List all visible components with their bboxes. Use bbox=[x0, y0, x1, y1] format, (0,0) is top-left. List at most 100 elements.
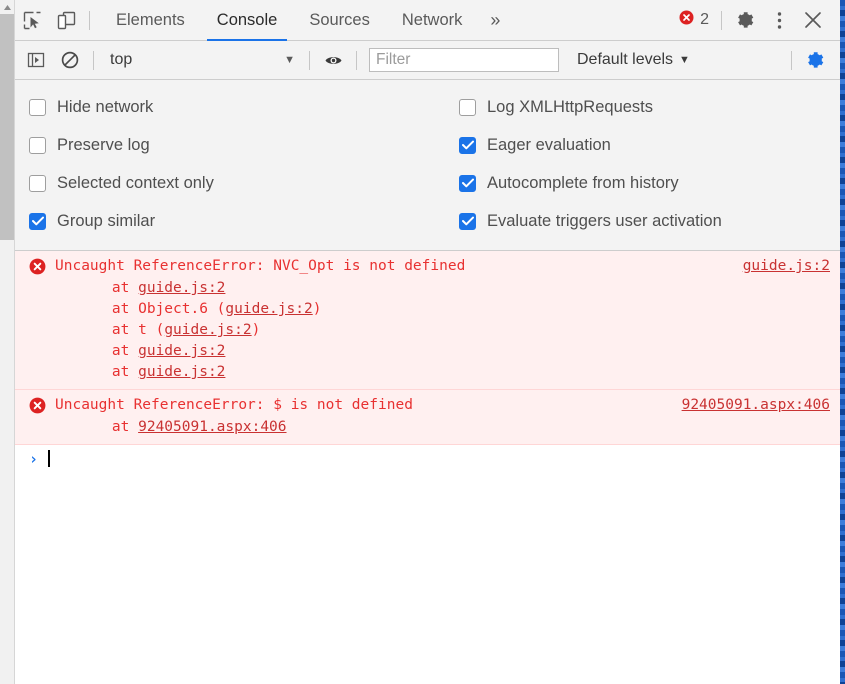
toolbar-divider bbox=[721, 10, 722, 30]
setting-log-xmlhttprequests[interactable]: Log XMLHttpRequests bbox=[459, 88, 840, 126]
stack-prefix: at bbox=[77, 419, 139, 435]
settings-column-left: Hide network Preserve log Selected conte… bbox=[15, 88, 459, 240]
devtools-window: Elements Console Sources Network » 2 top… bbox=[0, 0, 845, 684]
setting-label: Group similar bbox=[57, 211, 156, 230]
console-message-header: Uncaught ReferenceError: $ is not define… bbox=[15, 395, 840, 416]
console-settings-pane: Hide network Preserve log Selected conte… bbox=[15, 80, 840, 251]
stack-prefix: at bbox=[77, 280, 139, 296]
scroll-up-arrow-icon[interactable] bbox=[0, 0, 14, 14]
setting-label: Preserve log bbox=[57, 135, 150, 154]
setting-preserve-log[interactable]: Preserve log bbox=[29, 126, 459, 164]
tabbar-actions: 2 bbox=[673, 3, 840, 37]
console-message-header: Uncaught ReferenceError: NVC_Opt is not … bbox=[15, 256, 840, 277]
kebab-menu-icon[interactable] bbox=[762, 3, 796, 37]
stack-link[interactable]: guide.js:2 bbox=[138, 343, 225, 359]
stack-link[interactable]: guide.js:2 bbox=[225, 301, 312, 317]
error-circle-icon bbox=[679, 10, 694, 30]
error-count: 2 bbox=[700, 11, 709, 28]
tab-network[interactable]: Network bbox=[386, 0, 479, 41]
tab-elements[interactable]: Elements bbox=[100, 0, 201, 41]
console-prompt[interactable]: › bbox=[15, 445, 840, 472]
stack-frame: at 92405091.aspx:406 bbox=[77, 417, 840, 438]
console-stack-trace: at 92405091.aspx:406 bbox=[15, 416, 840, 438]
gear-icon[interactable] bbox=[728, 3, 762, 37]
filterbar-actions bbox=[785, 43, 840, 77]
execution-context-value: top bbox=[110, 51, 133, 68]
tab-label: Network bbox=[401, 10, 463, 29]
console-sidebar-icon[interactable] bbox=[19, 40, 53, 80]
stack-suffix: ) bbox=[251, 322, 261, 338]
stack-frame: at guide.js:2 bbox=[77, 341, 840, 362]
log-levels-label: Default levels bbox=[577, 51, 674, 68]
stack-prefix: at bbox=[77, 364, 139, 380]
stack-link[interactable]: guide.js:2 bbox=[138, 364, 225, 380]
checkbox-group-similar[interactable] bbox=[29, 212, 46, 230]
setting-eager-evaluation[interactable]: Eager evaluation bbox=[459, 126, 840, 164]
tab-console[interactable]: Console bbox=[201, 0, 294, 41]
console-message-error[interactable]: Uncaught ReferenceError: NVC_Opt is not … bbox=[15, 251, 840, 390]
setting-selected-context-only[interactable]: Selected context only bbox=[29, 164, 459, 202]
error-circle-icon bbox=[29, 258, 46, 275]
chevron-down-icon: ▼ bbox=[284, 54, 295, 66]
console-message-error[interactable]: Uncaught ReferenceError: $ is not define… bbox=[15, 390, 840, 445]
device-toolbar-icon[interactable] bbox=[49, 0, 83, 40]
stack-prefix: at t ( bbox=[77, 322, 165, 338]
inspect-element-icon[interactable] bbox=[15, 0, 49, 40]
gear-icon-active[interactable] bbox=[798, 43, 832, 77]
scrollbar-thumb[interactable] bbox=[0, 14, 14, 240]
checkbox-evaluate-triggers-user-activation[interactable] bbox=[459, 212, 476, 230]
toolbar-divider bbox=[93, 50, 94, 70]
setting-label: Autocomplete from history bbox=[487, 173, 679, 192]
setting-label: Hide network bbox=[57, 97, 154, 116]
console-stack-trace: at guide.js:2 at Object.6 (guide.js:2) a… bbox=[15, 277, 840, 383]
checkbox-autocomplete-from-history[interactable] bbox=[459, 174, 476, 192]
stack-frame: at guide.js:2 bbox=[77, 362, 840, 383]
setting-hide-network[interactable]: Hide network bbox=[29, 88, 459, 126]
window-right-edge bbox=[840, 0, 845, 684]
console-message-list[interactable]: Uncaught ReferenceError: NVC_Opt is not … bbox=[15, 251, 840, 684]
clear-console-icon[interactable] bbox=[53, 40, 87, 80]
execution-context-select[interactable]: top ▼ bbox=[100, 47, 303, 73]
console-message-source-link[interactable]: guide.js:2 bbox=[731, 256, 830, 277]
stack-link[interactable]: guide.js:2 bbox=[164, 322, 251, 338]
error-circle-icon bbox=[29, 397, 46, 414]
toolbar-divider bbox=[356, 50, 357, 70]
stack-frame: at Object.6 (guide.js:2) bbox=[77, 299, 840, 320]
console-message-source-link[interactable]: 92405091.aspx:406 bbox=[670, 395, 830, 416]
tab-label: Console bbox=[216, 10, 278, 29]
stack-suffix: ) bbox=[312, 301, 322, 317]
panel-tabs: Elements Console Sources Network » bbox=[100, 0, 510, 41]
log-levels-select[interactable]: Default levels ▼ bbox=[571, 51, 696, 69]
page-scrollbar[interactable] bbox=[0, 0, 15, 684]
toolbar-divider bbox=[309, 50, 310, 70]
checkbox-eager-evaluation[interactable] bbox=[459, 136, 476, 154]
tab-label: Sources bbox=[309, 10, 370, 29]
eye-icon[interactable] bbox=[316, 40, 350, 80]
devtools-tabbar: Elements Console Sources Network » 2 bbox=[15, 0, 840, 41]
filter-input[interactable] bbox=[369, 48, 559, 72]
more-tabs-button[interactable]: » bbox=[478, 0, 510, 41]
setting-label: Evaluate triggers user activation bbox=[487, 211, 722, 230]
error-count-badge[interactable]: 2 bbox=[673, 10, 715, 30]
checkbox-preserve-log[interactable] bbox=[29, 136, 46, 154]
chevron-down-icon: ▼ bbox=[679, 54, 690, 66]
stack-frame: at t (guide.js:2) bbox=[77, 320, 840, 341]
stack-prefix: at bbox=[77, 343, 139, 359]
stack-link[interactable]: 92405091.aspx:406 bbox=[138, 419, 286, 435]
setting-evaluate-triggers-user-activation[interactable]: Evaluate triggers user activation bbox=[459, 202, 840, 240]
checkbox-hide-network[interactable] bbox=[29, 98, 46, 116]
console-filter-toolbar: top ▼ Default levels ▼ bbox=[15, 41, 840, 80]
text-cursor bbox=[48, 450, 50, 467]
checkbox-selected-context-only[interactable] bbox=[29, 174, 46, 192]
settings-column-right: Log XMLHttpRequests Eager evaluation Aut… bbox=[459, 88, 840, 240]
setting-label: Eager evaluation bbox=[487, 135, 611, 154]
stack-link[interactable]: guide.js:2 bbox=[138, 280, 225, 296]
stack-frame: at guide.js:2 bbox=[77, 278, 840, 299]
tab-sources[interactable]: Sources bbox=[293, 0, 386, 41]
setting-group-similar[interactable]: Group similar bbox=[29, 202, 459, 240]
setting-label: Selected context only bbox=[57, 173, 214, 192]
stack-prefix: at Object.6 ( bbox=[77, 301, 226, 317]
setting-autocomplete-from-history[interactable]: Autocomplete from history bbox=[459, 164, 840, 202]
checkbox-log-xmlhttprequests[interactable] bbox=[459, 98, 476, 116]
close-icon[interactable] bbox=[796, 3, 830, 37]
